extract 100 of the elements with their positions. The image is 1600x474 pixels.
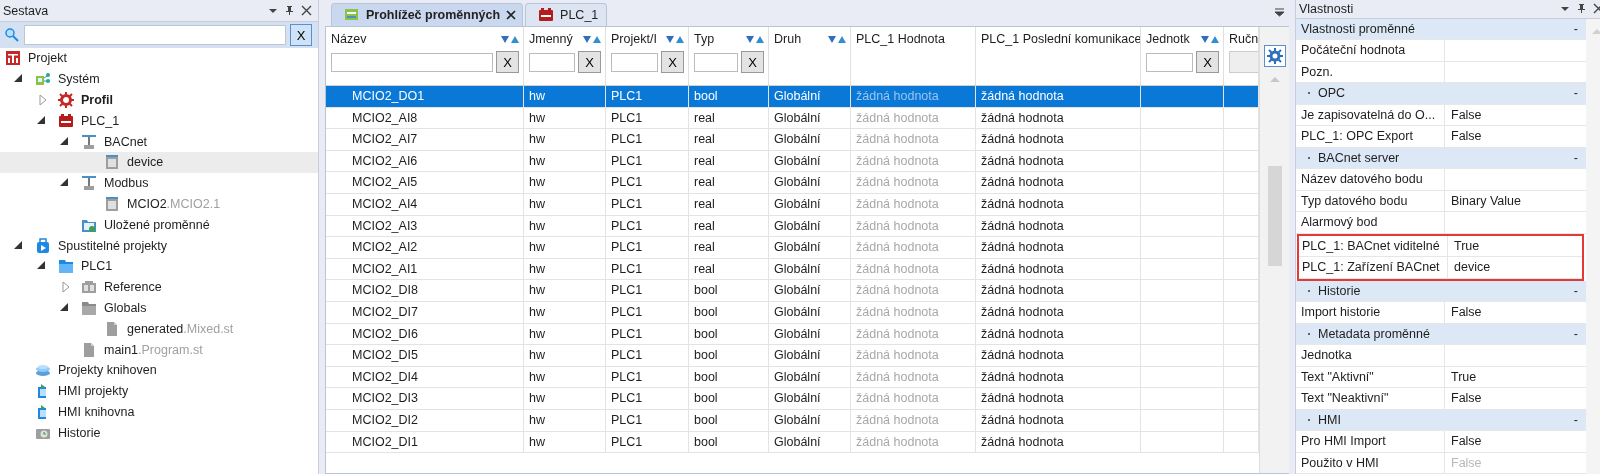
tree-item[interactable]: Projekt bbox=[0, 48, 318, 69]
tree-item[interactable]: Spustitelné projekty bbox=[0, 235, 318, 256]
table-row[interactable]: MCIO2_DI7 hw PLC1 bool Globální žádná hodnota žádná hodnota bbox=[326, 301, 1259, 324]
pin-icon[interactable] bbox=[284, 5, 295, 16]
property-row[interactable]: PLC_1: Zařízení BACnet device bbox=[1299, 257, 1582, 279]
property-row[interactable]: Pro HMI Import False bbox=[1296, 431, 1586, 453]
category-header[interactable]: HMI - bbox=[1296, 409, 1586, 431]
column-header[interactable]: Jednotk X bbox=[1141, 27, 1224, 85]
property-row[interactable]: Import historie False bbox=[1296, 302, 1586, 324]
table-row[interactable]: MCIO2_DI8 hw PLC1 bool Globální žádná hodnota žádná hodnota bbox=[326, 280, 1259, 302]
property-row[interactable]: Text "Aktivní" True bbox=[1296, 366, 1586, 388]
table-cell: MCIO2_AI5 bbox=[326, 172, 524, 193]
sort-icon[interactable] bbox=[1201, 34, 1219, 44]
overflow-icon[interactable] bbox=[1274, 7, 1285, 17]
column-header[interactable]: Typ X bbox=[689, 27, 769, 85]
table-row[interactable]: MCIO2_AI6 hw PLC1 real Globální žádná hodnota žádná hodnota bbox=[326, 150, 1259, 173]
scrollbar-thumb[interactable] bbox=[1268, 166, 1282, 266]
tree-item[interactable]: Projekty knihoven bbox=[0, 359, 318, 381]
sort-icon[interactable] bbox=[501, 34, 519, 44]
property-row[interactable]: Je zapisovatelná do O... False bbox=[1296, 104, 1586, 126]
collapse-toggle[interactable]: - bbox=[1573, 150, 1578, 165]
close-icon[interactable] bbox=[506, 10, 517, 20]
table-cell: MCIO2_AI8 bbox=[326, 107, 524, 129]
filter-field[interactable] bbox=[611, 52, 658, 72]
tree-item[interactable]: Globals bbox=[0, 297, 318, 319]
property-row[interactable]: Typ datového bodu Binary Value bbox=[1296, 190, 1586, 212]
table-row[interactable]: MCIO2_AI4 hw PLC1 real Globální žádná hodnota žádná hodnota bbox=[326, 193, 1259, 216]
table-row[interactable]: MCIO2_AI2 hw PLC1 real Globální žádná hodnota žádná hodnota bbox=[326, 237, 1259, 259]
filter-field[interactable] bbox=[529, 52, 575, 72]
table-row[interactable]: MCIO2_AI7 hw PLC1 real Globální žádná hodnota žádná hodnota bbox=[326, 129, 1259, 151]
tree-item[interactable]: Systém bbox=[0, 68, 318, 90]
column-header[interactable]: PLC_1 Hodnota bbox=[851, 27, 976, 85]
tree-item[interactable]: generated.Mixed.st bbox=[0, 318, 318, 340]
collapse-toggle[interactable]: - bbox=[1573, 86, 1578, 101]
filter-field[interactable] bbox=[331, 52, 493, 72]
table-cell: MCIO2_AI7 bbox=[326, 129, 524, 150]
close-icon[interactable] bbox=[301, 5, 312, 16]
category-header[interactable]: OPC - bbox=[1296, 83, 1586, 105]
table-row[interactable]: MCIO2_DI2 hw PLC1 bool Globální žádná hodnota žádná hodnota bbox=[326, 409, 1259, 432]
pin-icon[interactable] bbox=[1576, 3, 1587, 15]
filter-field[interactable] bbox=[694, 52, 738, 72]
collapse-toggle[interactable]: - bbox=[1573, 21, 1578, 36]
column-header[interactable]: Druh bbox=[769, 27, 851, 85]
table-row[interactable]: MCIO2_DI4 hw PLC1 bool Globální žádná hodnota žádná hodnota bbox=[326, 366, 1259, 389]
collapse-toggle[interactable]: - bbox=[1573, 326, 1578, 341]
category-header[interactable]: Historie - bbox=[1296, 280, 1586, 302]
category-header[interactable]: Metadata proměnné - bbox=[1296, 323, 1586, 345]
table-row[interactable]: MCIO2_DI6 hw PLC1 bool Globální žádná hodnota žádná hodnota bbox=[326, 323, 1259, 346]
tree-item[interactable]: BACnet bbox=[0, 131, 318, 152]
clear-button[interactable]: X bbox=[578, 51, 601, 73]
search-field[interactable] bbox=[24, 25, 286, 45]
tree-item[interactable]: PLC_1 bbox=[0, 110, 318, 132]
table-row[interactable]: MCIO2_DI5 hw PLC1 bool Globální žádná hodnota žádná hodnota bbox=[326, 345, 1259, 367]
tree-item[interactable]: device bbox=[0, 152, 318, 173]
sort-icon[interactable] bbox=[828, 34, 846, 44]
property-row[interactable]: Alarmový bod bbox=[1296, 212, 1586, 234]
tab[interactable]: PLC_1 bbox=[525, 3, 608, 26]
filter-field[interactable] bbox=[1146, 52, 1193, 72]
table-cell: PLC1 bbox=[606, 409, 689, 431]
tree-item[interactable]: MCIO2.MCIO2.1 bbox=[0, 193, 318, 215]
tree-item[interactable]: HMI projekty bbox=[0, 380, 318, 402]
tree-item[interactable]: Profil bbox=[0, 89, 318, 111]
tree-item[interactable]: Historie bbox=[0, 422, 318, 444]
table-row[interactable]: MCIO2_DO1 hw PLC1 bool Globální žádná hodnota žádná hodnota bbox=[326, 86, 1259, 108]
table-row[interactable]: MCIO2_AI5 hw PLC1 real Globální žádná hodnota žádná hodnota bbox=[326, 172, 1259, 194]
tree-item[interactable]: Modbus bbox=[0, 172, 318, 194]
collapse-toggle[interactable]: - bbox=[1573, 412, 1578, 427]
property-row[interactable]: PLC_1: OPC Export False bbox=[1296, 126, 1586, 148]
property-row[interactable]: Text "Neaktivní" False bbox=[1296, 388, 1586, 410]
table-row[interactable]: MCIO2_AI3 hw PLC1 real Globální žádná hodnota žádná hodnota bbox=[326, 215, 1259, 238]
property-row[interactable]: Jednotka bbox=[1296, 345, 1586, 367]
category-header[interactable]: BACnet server - bbox=[1296, 147, 1586, 169]
sort-icon[interactable] bbox=[746, 34, 764, 44]
clear-button[interactable]: X bbox=[661, 51, 684, 73]
sort-icon[interactable] bbox=[583, 34, 601, 44]
clear-button[interactable]: X bbox=[496, 51, 519, 73]
tree-item[interactable]: PLC1 bbox=[0, 255, 318, 277]
table-row[interactable]: MCIO2_DI3 hw PLC1 bool Globální žádná hodnota žádná hodnota bbox=[326, 388, 1259, 410]
settings-button[interactable] bbox=[1264, 45, 1286, 67]
clear-button[interactable]: X bbox=[290, 24, 312, 46]
table-row[interactable]: MCIO2_AI8 hw PLC1 real Globální žádná hodnota žádná hodnota bbox=[326, 107, 1259, 130]
table-cell: žádná hodnota bbox=[976, 409, 1141, 431]
table-row[interactable]: MCIO2_AI1 hw PLC1 real Globální žádná hodnota žádná hodnota bbox=[326, 258, 1259, 281]
clear-button[interactable]: X bbox=[1196, 51, 1219, 73]
table-row[interactable]: MCIO2_DI1 hw PLC1 bool Globální žádná hodnota žádná hodnota bbox=[326, 431, 1259, 454]
tree-item[interactable]: HMI knihovna bbox=[0, 401, 318, 423]
clear-button[interactable]: X bbox=[741, 51, 764, 73]
tree-item[interactable]: Reference bbox=[0, 276, 318, 298]
property-row[interactable]: PLC_1: BACnet viditelné True bbox=[1299, 235, 1582, 257]
category-header[interactable]: Vlastnosti proměnné - bbox=[1296, 18, 1586, 40]
sort-icon[interactable] bbox=[666, 34, 684, 44]
tree-item[interactable]: main1.Program.st bbox=[0, 339, 318, 360]
collapse-toggle[interactable]: - bbox=[1573, 283, 1578, 298]
property-row[interactable]: Název datového bodu bbox=[1296, 169, 1586, 191]
column-header[interactable]: Jmenný X bbox=[524, 27, 606, 85]
column-header[interactable]: Projekt/I X bbox=[606, 27, 689, 85]
property-row[interactable]: Počáteční hodnota bbox=[1296, 40, 1586, 62]
tab[interactable]: Prohlížeč proměnných bbox=[331, 3, 524, 26]
column-header[interactable]: Název X bbox=[326, 27, 524, 85]
tree-item[interactable]: Uložené proměnné bbox=[0, 214, 318, 236]
